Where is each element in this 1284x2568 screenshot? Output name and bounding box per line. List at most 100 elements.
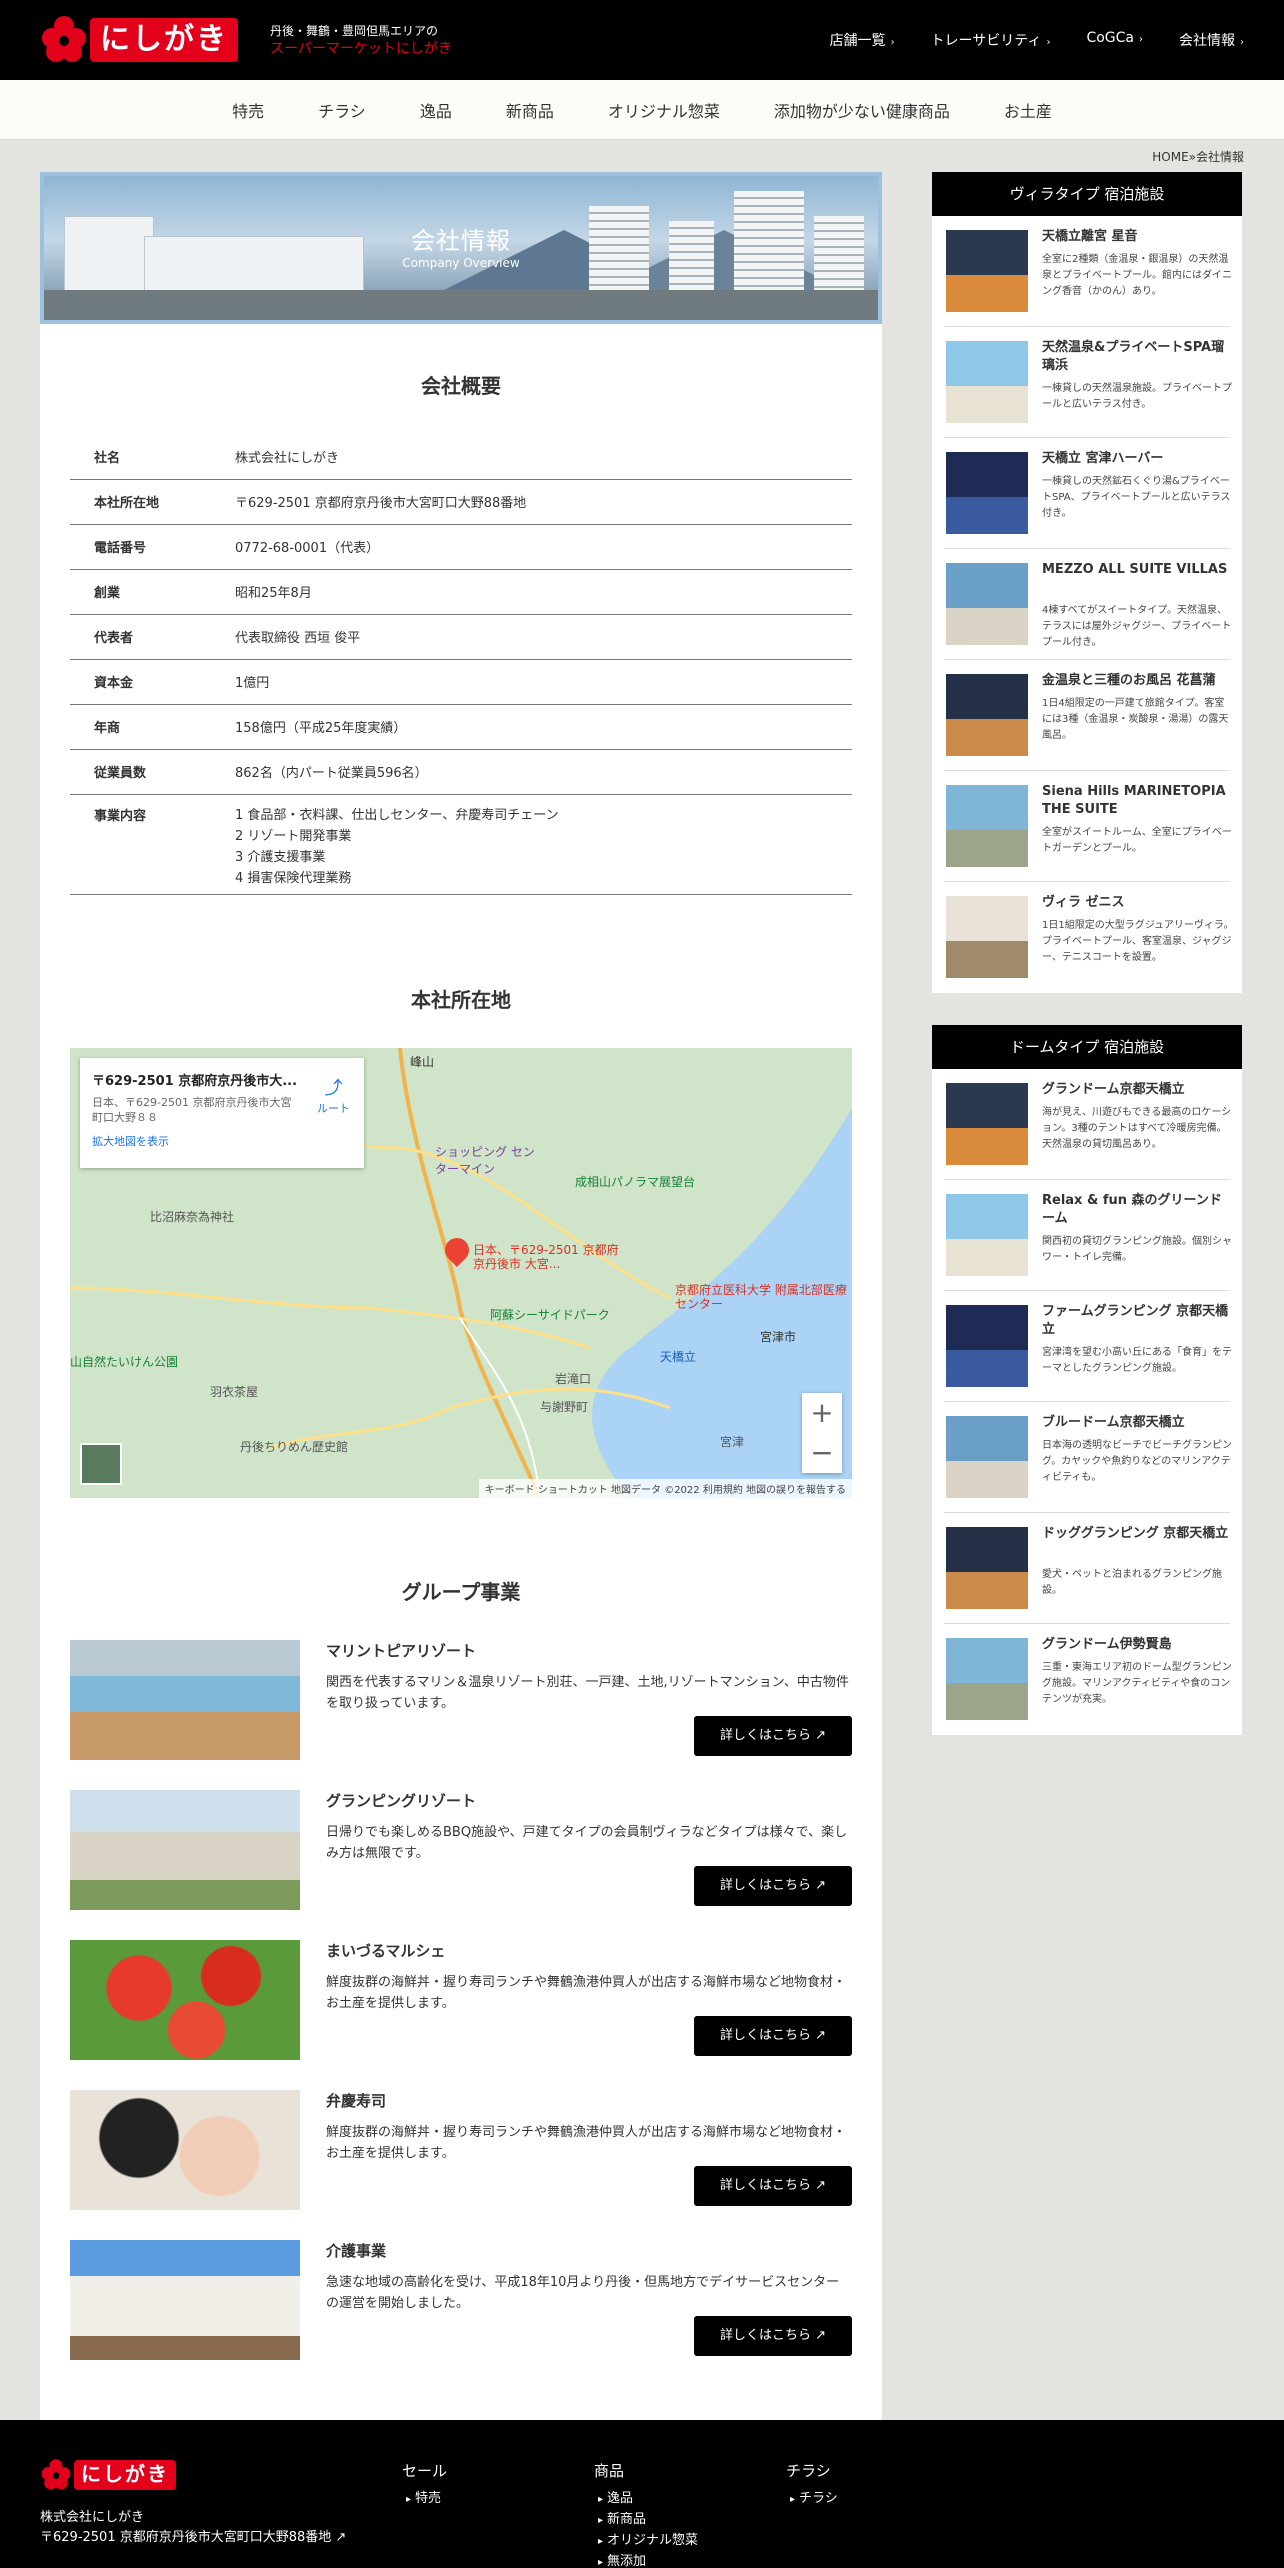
map-place-label: 丹後ちりめん歴史館 xyxy=(240,1440,349,1454)
hero-title: 会社情報 Company Overview xyxy=(44,221,878,270)
facility-item[interactable]: ファームグランピング 京都天橋立 宮津湾を望む小高い丘にある「食育」をテーマとした… xyxy=(944,1291,1232,1402)
facility-name: 天然温泉&プライベートSPA瑠璃浜 xyxy=(1042,340,1225,373)
facility-item[interactable]: MEZZO ALL SUITE VILLAS 4棟すべてがスイートタイプ。天然温泉… xyxy=(944,549,1231,660)
group-name: マリントピアリゾート xyxy=(326,1642,477,1660)
footer-link[interactable]: 特売 xyxy=(402,2489,447,2510)
footer-link[interactable]: オリジナル惣菜 xyxy=(594,2531,698,2552)
route-button[interactable]: ⤴ ルート xyxy=(317,1074,350,1116)
satellite-toggle[interactable] xyxy=(80,1443,122,1485)
details-button[interactable]: 詳しくはこちら ↗ xyxy=(694,1716,852,1756)
facility-item[interactable]: 天橋立離宮 星音 全室に2種類（金温泉・銀温泉）の天然温泉とプライベートプール。館… xyxy=(944,216,1232,327)
details-button[interactable]: 詳しくはこちら ↗ xyxy=(694,1866,852,1906)
group-desc: 鮮度抜群の海鮮丼・握り寿司ランチや舞鶴漁港仲買人が出店する海鮮市場など地物食材・… xyxy=(326,2125,847,2161)
footer-link[interactable]: 逸品 xyxy=(594,2489,698,2510)
zoom-out-button[interactable]: − xyxy=(802,1433,842,1473)
site-logo[interactable]: にしがき xyxy=(40,14,238,66)
external-link-icon: ↗ xyxy=(335,2530,347,2545)
button-label: 詳しくはこちら xyxy=(719,1728,811,1743)
resort-photo xyxy=(70,1640,300,1760)
external-link-icon: ↗ xyxy=(815,1878,827,1893)
enlarge-map-link[interactable]: 拡大地図を表示 xyxy=(92,1133,352,1149)
footer: にしがき 株式会社にしがき 〒629-2501 京都府京丹後市大宮町口大野88番… xyxy=(0,2420,1284,2568)
facility-item[interactable]: グランドーム伊勢賢島 三重・東海エリア初のドーム型グランピング施設。マリンアクティ… xyxy=(944,1624,1232,1735)
facility-item[interactable]: Relax & fun 森のグリーンドーム 関西初の貸切グランピング施設。個別シャ… xyxy=(944,1180,1232,1291)
map-place-label: 阿蘇シーサイドパーク xyxy=(490,1308,610,1322)
row-value: 862名（内パート従業員596名） xyxy=(235,749,852,795)
facility-item[interactable]: ヴィラ ゼニス 1日1組限定の大型ラグジュアリーヴィラ。プライベートプール、客室温… xyxy=(944,882,1234,993)
flower-logo-icon xyxy=(42,16,86,62)
facility-item[interactable]: 天然温泉&プライベートSPA瑠璃浜 一棟貸しの天然温泉施設。プライベートプールと広… xyxy=(944,327,1232,438)
footer-logo[interactable]: にしがき xyxy=(40,2458,176,2492)
cat-tokubai[interactable]: 特売 xyxy=(232,98,264,122)
google-map[interactable]: 日本、〒629-2501 京都府京丹後市 大宮... 峰山 ショッピング センタ… xyxy=(70,1048,852,1498)
row-value: 1 食品部・衣料課、仕出しセンター、弁慶寿司チェーン 2 リゾート開発事業 3 … xyxy=(235,794,852,895)
facility-item[interactable]: 天橋立 宮津ハーバー一棟貸しの天然鉱石くぐり湯&プライベートSPA、プライベート… xyxy=(944,438,1230,549)
nav-label: CoGCa xyxy=(1086,30,1134,46)
zoom-in-button[interactable]: + xyxy=(802,1393,842,1433)
facility-item[interactable]: 金温泉と三種のお風呂 花菖蒲 1日4組限定の一戸建て旅館タイプ。客室には3種（金温… xyxy=(944,660,1230,771)
footer-link[interactable]: 新商品 xyxy=(594,2510,698,2531)
details-button[interactable]: 詳しくはこちら ↗ xyxy=(694,2016,852,2056)
nav-stores[interactable]: 店舗一覧 › xyxy=(830,30,895,50)
sushi-photo xyxy=(70,2090,300,2210)
cat-new[interactable]: 新商品 xyxy=(506,98,554,122)
facility-name: 天橋立 宮津ハーバー xyxy=(1042,451,1164,466)
row-value: 0772-68-0001（代表） xyxy=(235,524,852,570)
footer-address[interactable]: 〒629-2501 京都府京丹後市大宮町口大野88番地 ↗ xyxy=(40,2528,346,2548)
nav-label: 店舗一覧 xyxy=(829,33,886,49)
map-place-label: 岩滝口 xyxy=(555,1372,592,1386)
cat-healthy[interactable]: 添加物が少ない健康商品 xyxy=(774,98,950,122)
footer-col-head: チラシ xyxy=(786,2462,831,2480)
facility-desc: 一棟貸しの天然鉱石くぐり湯&プライベートSPA、プライベートプールと広いテラス付… xyxy=(1042,476,1231,519)
table-row: 年商 158億円（平成25年度実績） xyxy=(70,704,852,750)
cat-original-deli[interactable]: オリジナル惣菜 xyxy=(608,98,720,122)
facility-name: 天橋立離宮 星音 xyxy=(1042,229,1138,244)
footer-link[interactable]: チラシ xyxy=(786,2489,838,2510)
nav-label: トレーサビリティ xyxy=(930,33,1042,49)
external-link-icon: ↗ xyxy=(815,2328,827,2343)
footer-address-text: 〒629-2501 京都府京丹後市大宮町口大野88番地 xyxy=(40,2530,332,2545)
map-attribution[interactable]: キーボード ショートカット 地図データ ©2022 利用規約 地図の誤りを報告す… xyxy=(478,1479,852,1498)
chevron-right-icon: › xyxy=(1046,37,1051,48)
facility-desc: 1日4組限定の一戸建て旅館タイプ。客室には3種（金温泉・炭酸泉・湯湯）の露天風呂… xyxy=(1042,698,1229,741)
group-name: 弁慶寿司 xyxy=(326,2092,387,2110)
nav-company[interactable]: 会社情報 › xyxy=(1179,30,1244,50)
facility-thumbnail xyxy=(946,1083,1028,1165)
facility-name: 金温泉と三種のお風呂 花菖蒲 xyxy=(1042,673,1216,688)
dome-heading: ドームタイプ 宿泊施設 xyxy=(932,1025,1242,1069)
nav-traceability[interactable]: トレーサビリティ › xyxy=(931,30,1051,50)
facility-item[interactable]: ブルードーム京都天橋立 日本海の透明なビーチでビーチグランピング。カヤックや魚釣り… xyxy=(944,1402,1232,1513)
facility-name: グランドーム京都天橋立 xyxy=(1042,1082,1185,1097)
details-button[interactable]: 詳しくはこちら ↗ xyxy=(694,2166,852,2206)
footer-link[interactable]: 無添加 xyxy=(594,2552,698,2568)
facility-desc: 1日1組限定の大型ラグジュアリーヴィラ。プライベートプール、客室温泉、ジャグジー… xyxy=(1042,920,1234,963)
facility-thumbnail xyxy=(946,674,1028,756)
cat-ippin[interactable]: 逸品 xyxy=(420,98,452,122)
row-key: 本社所在地 xyxy=(70,479,235,525)
facility-thumbnail xyxy=(946,1416,1028,1498)
details-button[interactable]: 詳しくはこちら ↗ xyxy=(694,2316,852,2356)
cat-souvenir[interactable]: お土産 xyxy=(1004,98,1052,122)
cat-chirashi[interactable]: チラシ xyxy=(318,98,366,122)
row-key: 代表者 xyxy=(70,614,235,660)
row-value: 株式会社にしがき xyxy=(235,434,852,480)
page-subtitle: Company Overview xyxy=(402,256,520,270)
map-place-label: ショッピング センターマイン xyxy=(435,1145,535,1176)
facility-desc: 海が見え、川遊びもできる最高のロケーション。3種のテントはすべて冷暖房完備。天然… xyxy=(1042,1107,1232,1150)
map-place-label: 天橋立 xyxy=(660,1350,697,1364)
table-row: 創業 昭和25年8月 xyxy=(70,569,852,615)
nav-cogca[interactable]: CoGCa › xyxy=(1086,30,1143,50)
facility-thumbnail xyxy=(946,452,1028,534)
map-card-title: 〒629-2501 京都府京丹後市大... xyxy=(92,1074,298,1089)
group-desc: 鮮度抜群の海鮮丼・握り寿司ランチや舞鶴漁港仲買人が出店する海鮮市場など地物食材・… xyxy=(326,1975,847,2011)
facility-item[interactable]: Siena Hills MARINETOPIA THE SUITE 全室がスイート… xyxy=(944,771,1232,882)
facility-item[interactable]: グランドーム京都天橋立海が見え、川遊びもできる最高のロケーション。3種のテントは… xyxy=(944,1069,1231,1180)
group-name: 介護事業 xyxy=(326,2242,387,2260)
map-card-address: 日本、〒629-2501 京都府京丹後市大宮町口大野８８ xyxy=(92,1096,292,1124)
villa-sidebar: ヴィラタイプ 宿泊施設 天橋立離宮 星音 全室に2種類（金温泉・銀温泉）の天然温泉… xyxy=(932,172,1242,993)
button-label: 詳しくはこちら xyxy=(719,2328,811,2343)
facility-desc: 全室がスイートルーム、全室にプライベートガーデンとプール。 xyxy=(1042,827,1232,854)
facility-item[interactable]: ドッググランピング 京都天橋立 愛犬・ペットと泊まれるグランピング施設。 xyxy=(944,1513,1230,1624)
breadcrumb[interactable]: HOME»会社情報 xyxy=(1152,148,1244,165)
chevron-right-icon: › xyxy=(890,37,895,48)
